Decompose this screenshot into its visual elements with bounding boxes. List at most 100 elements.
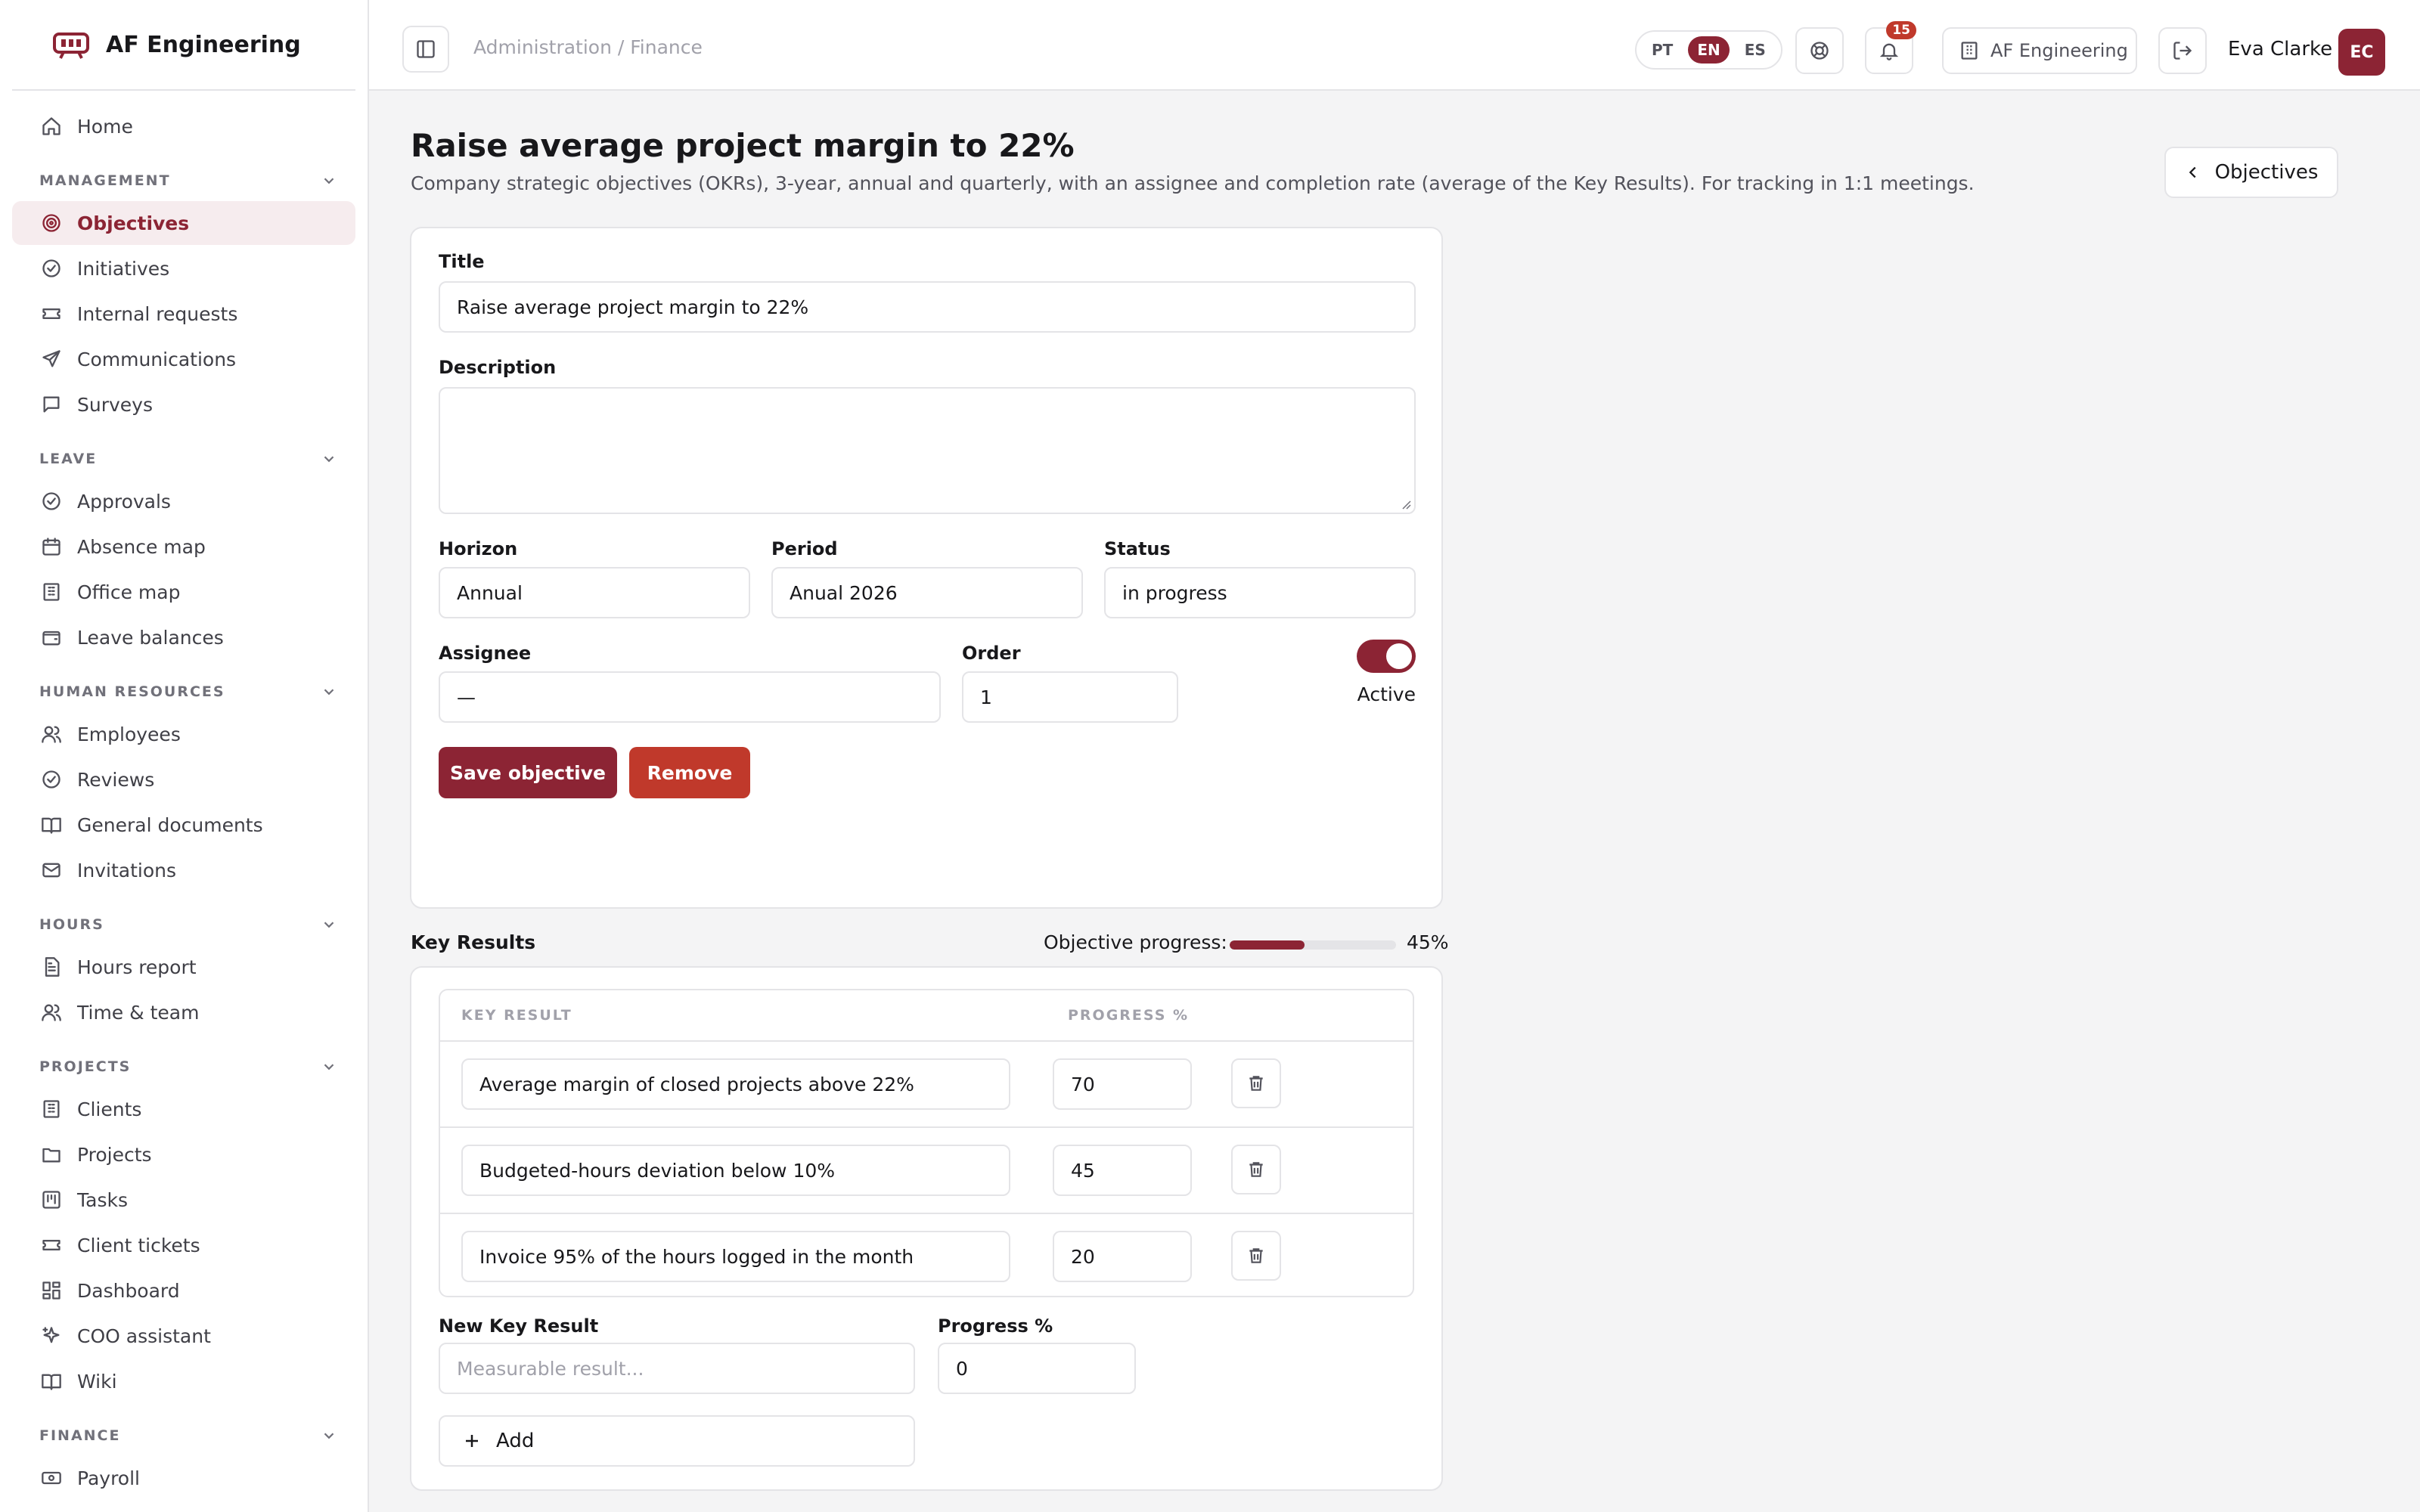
add-key-result-button[interactable]: Add bbox=[439, 1415, 915, 1467]
active-label: Active bbox=[1357, 683, 1416, 705]
key-result-progress-input[interactable]: 70 bbox=[1053, 1058, 1192, 1110]
sidebar-item-label: Leave balances bbox=[77, 626, 224, 649]
objective-progress-label: Objective progress: bbox=[1044, 931, 1227, 953]
sidebar-item-label: Surveys bbox=[77, 393, 153, 416]
title-input[interactable]: Raise average project margin to 22% bbox=[439, 281, 1416, 333]
active-toggle[interactable] bbox=[1357, 640, 1416, 673]
delete-key-result-button[interactable] bbox=[1231, 1231, 1281, 1281]
sidebar-item-label: Hours report bbox=[77, 956, 197, 978]
folder-icon bbox=[39, 1142, 64, 1167]
message-square-icon bbox=[39, 392, 64, 417]
brand-name: AF Engineering bbox=[106, 31, 301, 58]
sidebar-item-coo-assistant[interactable]: COO assistant bbox=[12, 1314, 355, 1358]
brand[interactable]: AF Engineering bbox=[12, 0, 355, 91]
sidebar-item-leave-balances[interactable]: Leave balances bbox=[12, 615, 355, 659]
mail-icon bbox=[39, 858, 64, 882]
sidebar-item-tasks[interactable]: Tasks bbox=[12, 1178, 355, 1222]
avatar[interactable]: EC bbox=[2338, 29, 2385, 76]
assignee-select[interactable]: — bbox=[439, 671, 941, 723]
save-objective-button[interactable]: Save objective bbox=[439, 747, 617, 798]
sidebar-item-surveys[interactable]: Surveys bbox=[12, 383, 355, 426]
sidebar-item-client-tickets[interactable]: Client tickets bbox=[12, 1223, 355, 1267]
breadcrumb: Administration / Finance bbox=[473, 36, 703, 58]
sidebar-item-projects[interactable]: Projects bbox=[12, 1132, 355, 1176]
table-row: Average margin of closed projects above … bbox=[440, 1040, 1413, 1126]
assignee-label: Assignee bbox=[439, 643, 532, 664]
remove-button[interactable]: Remove bbox=[629, 747, 750, 798]
sidebar-item-hours-report[interactable]: Hours report bbox=[12, 945, 355, 989]
help-button[interactable] bbox=[1795, 27, 1844, 74]
sidebar-item-label: Employees bbox=[77, 723, 181, 745]
sidebar-item-wiki[interactable]: Wiki bbox=[12, 1359, 355, 1403]
page-title: Raise average project margin to 22% bbox=[411, 127, 1075, 164]
new-progress-input[interactable]: 0 bbox=[938, 1343, 1136, 1394]
sidebar-item-absence-map[interactable]: Absence map bbox=[12, 525, 355, 569]
key-result-name-input[interactable]: Average margin of closed projects above … bbox=[461, 1058, 1010, 1110]
order-label: Order bbox=[962, 643, 1021, 664]
sidebar-item-general-documents[interactable]: General documents bbox=[12, 803, 355, 847]
sidebar-item-label: COO assistant bbox=[77, 1325, 211, 1347]
period-select[interactable]: Anual 2026 bbox=[771, 567, 1083, 618]
sidebar-section-title: LEAVE bbox=[39, 451, 98, 467]
sidebar-item-label: General documents bbox=[77, 813, 263, 836]
resize-handle-icon bbox=[1402, 500, 1411, 510]
sidebar-section-finance[interactable]: FINANCE bbox=[12, 1405, 355, 1455]
horizon-label: Horizon bbox=[439, 538, 518, 559]
new-key-result-input[interactable]: Measurable result... bbox=[439, 1343, 915, 1394]
logout-icon bbox=[2172, 40, 2193, 61]
objective-progress-value: 45% bbox=[1407, 931, 1449, 953]
sidebar-section-projects[interactable]: PROJECTS bbox=[12, 1036, 355, 1086]
delete-key-result-button[interactable] bbox=[1231, 1145, 1281, 1194]
sidebar-item-time-team[interactable]: Time & team bbox=[12, 990, 355, 1034]
sidebar-item-reviews[interactable]: Reviews bbox=[12, 758, 355, 801]
sidebar-section-management[interactable]: MANAGEMENT bbox=[12, 150, 355, 200]
lang-en[interactable]: EN bbox=[1688, 36, 1730, 64]
description-textarea[interactable] bbox=[439, 387, 1416, 514]
chevron-down-icon bbox=[321, 1058, 337, 1075]
key-result-name-input[interactable]: Invoice 95% of the hours logged in the m… bbox=[461, 1231, 1010, 1282]
trash-icon bbox=[1246, 1160, 1266, 1179]
sidebar-item-initiatives[interactable]: Initiatives bbox=[12, 246, 355, 290]
sidebar-item-dashboard[interactable]: Dashboard bbox=[12, 1269, 355, 1312]
sidebar-item-label: Office map bbox=[77, 581, 181, 603]
status-select[interactable]: in progress bbox=[1104, 567, 1416, 618]
delete-key-result-button[interactable] bbox=[1231, 1058, 1281, 1108]
sidebar-item-objectives[interactable]: Objectives bbox=[12, 201, 355, 245]
key-result-progress-input[interactable]: 45 bbox=[1053, 1145, 1192, 1196]
check-circle-icon bbox=[39, 767, 64, 792]
sidebar-item-label: Reviews bbox=[77, 768, 155, 791]
lang-pt[interactable]: PT bbox=[1643, 36, 1682, 64]
ticket-icon bbox=[39, 302, 64, 326]
sidebar-item-communications[interactable]: Communications bbox=[12, 337, 355, 381]
home-icon bbox=[39, 114, 64, 138]
sidebar-section-human-resources[interactable]: HUMAN RESOURCES bbox=[12, 661, 355, 711]
sidebar-item-approvals[interactable]: Approvals bbox=[12, 479, 355, 523]
sidebar-item-label: Communications bbox=[77, 348, 237, 370]
sidebar-item-home[interactable]: Home bbox=[12, 104, 355, 148]
sidebar-section-leave[interactable]: LEAVE bbox=[12, 428, 355, 478]
sidebar-item-employees[interactable]: Employees bbox=[12, 712, 355, 756]
key-result-name-input[interactable]: Budgeted-hours deviation below 10% bbox=[461, 1145, 1010, 1196]
back-to-objectives-button[interactable]: Objectives bbox=[2164, 147, 2338, 198]
sidebar: AF Engineering Home MANAGEMENT Objectives I… bbox=[0, 0, 369, 1512]
period-label: Period bbox=[771, 538, 838, 559]
notifications-button[interactable]: 15 bbox=[1865, 21, 1916, 74]
status-label: Status bbox=[1104, 538, 1171, 559]
sidebar-item-internal-requests[interactable]: Internal requests bbox=[12, 292, 355, 336]
topbar: Administration / Finance PT EN ES 15 AF … bbox=[369, 0, 2420, 91]
sidebar-item-payroll[interactable]: Payroll bbox=[12, 1456, 355, 1500]
lang-es[interactable]: ES bbox=[1736, 36, 1775, 64]
logout-button[interactable] bbox=[2158, 27, 2207, 74]
title-label: Title bbox=[439, 251, 485, 272]
user-name: Eva Clarke bbox=[2228, 38, 2333, 60]
sidebar-item-clients[interactable]: Clients bbox=[12, 1087, 355, 1131]
sidebar-toggle-button[interactable] bbox=[402, 26, 449, 73]
key-result-progress-input[interactable]: 20 bbox=[1053, 1231, 1192, 1282]
sidebar-item-office-map[interactable]: Office map bbox=[12, 570, 355, 614]
organization-button[interactable]: AF Engineering bbox=[1942, 27, 2137, 74]
horizon-select[interactable]: Annual bbox=[439, 567, 750, 618]
bell-icon bbox=[1879, 40, 1900, 61]
sidebar-section-hours[interactable]: HOURS bbox=[12, 894, 355, 943]
order-input[interactable]: 1 bbox=[962, 671, 1178, 723]
sidebar-item-invitations[interactable]: Invitations bbox=[12, 848, 355, 892]
